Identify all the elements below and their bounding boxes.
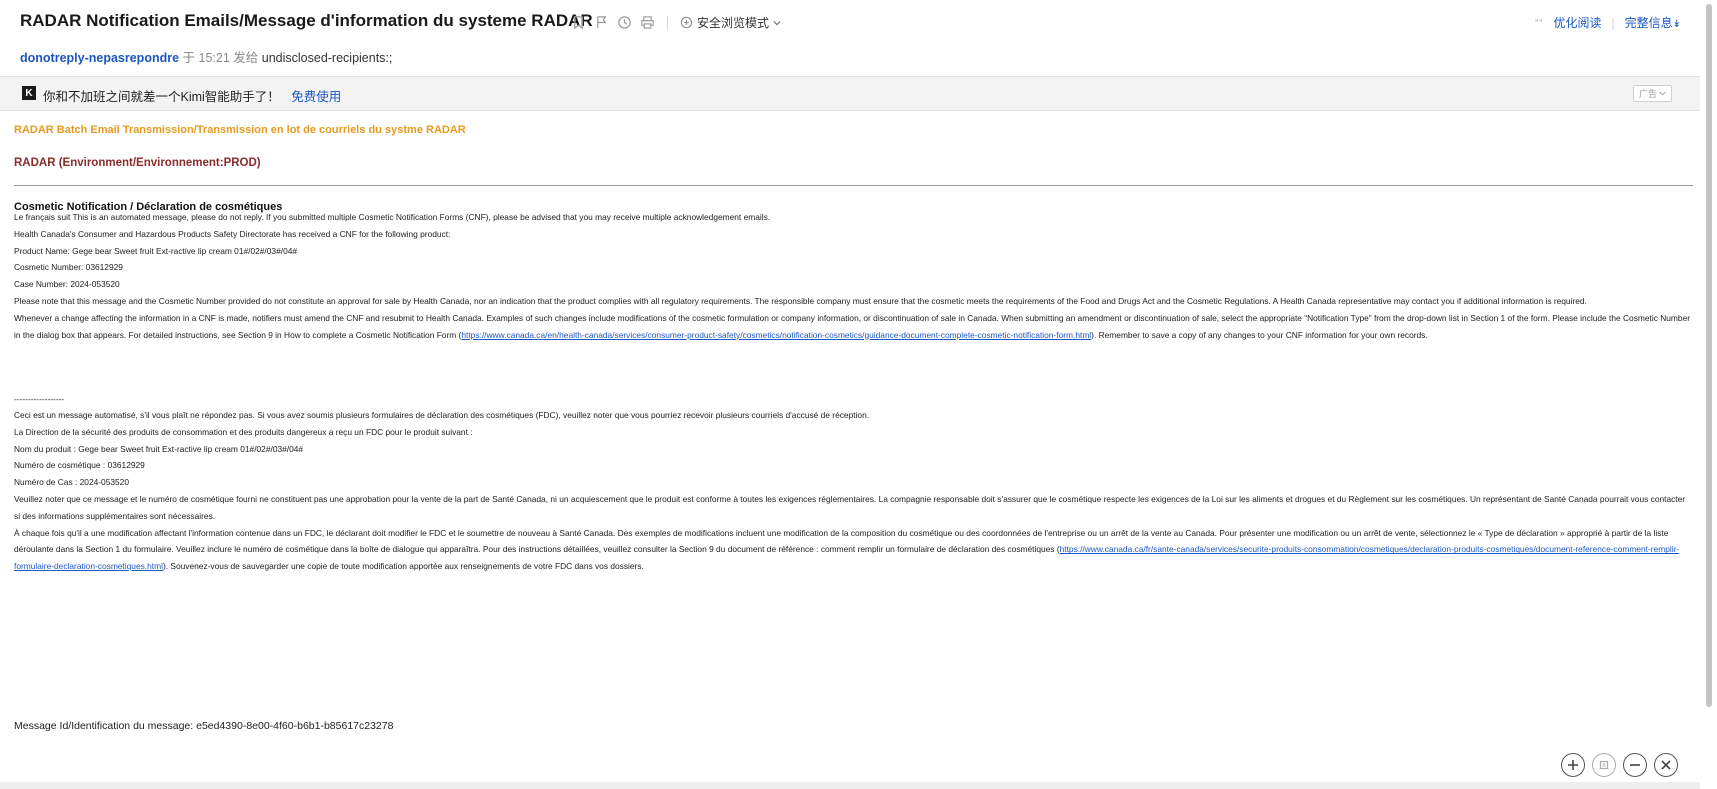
header-actions: "" 优化阅读 | 完整信息↡ xyxy=(1535,14,1681,31)
zoom-out-icon xyxy=(1630,764,1640,766)
full-info-link[interactable]: 完整信息↡ xyxy=(1625,14,1681,31)
email-header: RADAR Notification Emails/Message d'info… xyxy=(0,0,1700,76)
fr-case-number: Numéro de Cas : 2024-053520 xyxy=(14,477,129,488)
more-icon[interactable]: "" xyxy=(1535,18,1543,28)
flag-icon[interactable] xyxy=(594,15,609,30)
sender-address[interactable]: donotreply-nepasrepondre xyxy=(20,51,179,65)
ad-message: 你和不加班之间就差一个Kimi智能助手了！ xyxy=(43,90,280,104)
chevron-down-icon xyxy=(1659,91,1666,96)
kimi-logo-icon: K xyxy=(22,86,36,100)
zoom-controls xyxy=(1561,753,1678,777)
message-id: Message Id/Identification du message: e5… xyxy=(14,720,394,732)
shield-plus-icon xyxy=(680,16,693,29)
header-divider: | xyxy=(1611,15,1615,30)
safe-mode-toggle[interactable]: 安全浏览模式 xyxy=(680,14,781,31)
en-received: Health Canada's Consumer and Hazardous P… xyxy=(14,228,451,239)
bookmark-icon[interactable] xyxy=(571,15,586,30)
en-case-number: Case Number: 2024-053520 xyxy=(14,279,120,290)
fr-received: La Direction de la sécurité des produits… xyxy=(14,426,473,437)
chevron-down-icon xyxy=(773,20,781,25)
ad-free-use-link[interactable]: 免费使用 xyxy=(291,90,341,104)
safe-mode-label: 安全浏览模式 xyxy=(697,16,770,30)
bottom-strip xyxy=(0,782,1700,789)
en-cosmetic-number: Cosmetic Number: 03612929 xyxy=(14,262,123,273)
en-amendment-instructions: Whenever a change affecting the informat… xyxy=(14,310,1693,344)
fr-product-name: Nom du produit : Gege bear Sweet fruit E… xyxy=(14,443,304,454)
french-section: Ceci est un message automatisé, s'il vou… xyxy=(14,407,1693,575)
print-icon[interactable] xyxy=(640,15,655,30)
zoom-in-icon xyxy=(1568,760,1578,770)
close-icon xyxy=(1661,760,1671,770)
close-button[interactable] xyxy=(1654,753,1678,777)
fr-amendment-tail: ). Souvenez-vous de sauvegarder une copi… xyxy=(162,561,644,572)
sender-line: donotreply-nepasrepondre 于 15:21 发给 undi… xyxy=(20,47,392,66)
fr-cosmetic-number: Numéro de cosmétique : 03612929 xyxy=(14,460,145,471)
email-subject: RADAR Notification Emails/Message d'info… xyxy=(20,11,593,30)
fr-intro: Ceci est un message automatisé, s'il vou… xyxy=(14,410,870,420)
en-amendment-tail: ). Remember to save a copy of any change… xyxy=(1091,329,1428,340)
english-section: Le français suit This is an automated me… xyxy=(14,209,1693,343)
subject-toolbar: 安全浏览模式 xyxy=(571,14,781,31)
batch-banner: RADAR Batch Email Transmission/Transmiss… xyxy=(14,124,466,136)
fr-disclaimer: Veuillez noter que ce message et le numé… xyxy=(14,493,1686,521)
en-disclaimer: Please note that this message and the Co… xyxy=(14,295,1587,306)
ad-banner: K 你和不加班之间就差一个Kimi智能助手了！ 免费使用 广告 xyxy=(0,76,1700,111)
recipients[interactable]: undisclosed-recipients:; xyxy=(262,51,393,65)
scrollbar-thumb[interactable] xyxy=(1706,4,1712,707)
ad-text: 你和不加班之间就差一个Kimi智能助手了！ 免费使用 xyxy=(43,86,341,105)
toolbar-divider xyxy=(667,15,668,30)
fr-amendment-instructions: À chaque fois qu'il a une modification a… xyxy=(14,525,1693,575)
en-product-name: Product Name: Gege bear Sweet fruit Ext-… xyxy=(14,245,298,256)
fit-page-button[interactable] xyxy=(1592,753,1616,777)
clock-icon[interactable] xyxy=(617,15,632,30)
optimize-reading-link[interactable]: 优化阅读 xyxy=(1553,14,1601,31)
ad-tag-dropdown[interactable]: 广告 xyxy=(1632,85,1672,102)
en-intro: Le français suit This is an automated me… xyxy=(14,212,771,222)
full-info-label: 完整信息 xyxy=(1624,16,1673,30)
fit-icon xyxy=(1599,760,1609,770)
double-chevron-down-icon: ↡ xyxy=(1672,19,1681,30)
zoom-out-button[interactable] xyxy=(1623,753,1647,777)
vertical-scrollbar[interactable] xyxy=(1700,0,1717,789)
ad-tag-label: 广告 xyxy=(1638,89,1657,99)
divider-dashes: ------------------ xyxy=(14,394,65,404)
en-guidance-link[interactable]: https://www.canada.ca/en/health-canada/s… xyxy=(461,330,1091,340)
send-time: 于 15:21 发给 xyxy=(182,51,259,65)
environment-label: RADAR (Environment/Environnement:PROD) xyxy=(14,157,261,169)
divider-line xyxy=(14,185,1693,186)
zoom-in-button[interactable] xyxy=(1561,753,1585,777)
